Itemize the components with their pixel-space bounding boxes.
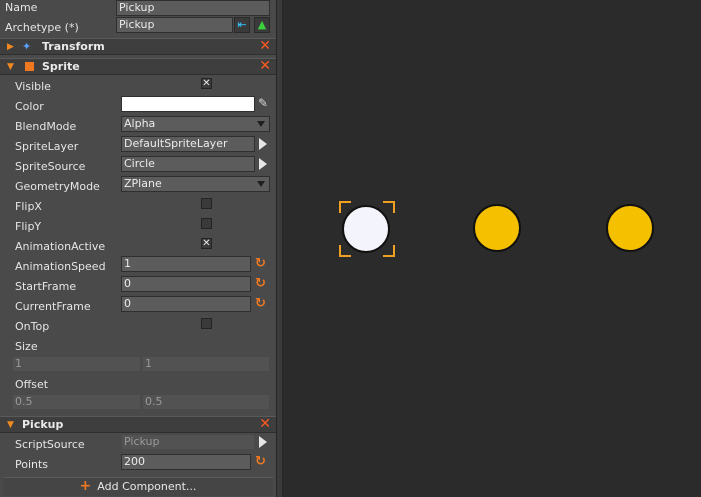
flipx-label: FlipX: [15, 200, 42, 213]
plus-icon: +: [79, 478, 92, 494]
name-label: Name: [5, 1, 38, 14]
offset-label: Offset: [15, 378, 49, 391]
size-x-field: 1: [12, 356, 141, 372]
offset-x-field: 0.5: [12, 394, 141, 410]
geometrymode-label: GeometryMode: [15, 180, 100, 193]
spritesource-label: SpriteSource: [15, 160, 86, 173]
scriptsource-label: ScriptSource: [15, 438, 85, 451]
points-field[interactable]: 200: [121, 454, 251, 470]
scriptsource-field: Pickup: [121, 434, 255, 450]
archetype-upload-icon[interactable]: ▲: [254, 17, 270, 33]
collapse-arrow-icon[interactable]: ▼: [7, 420, 14, 430]
remove-pickup-icon[interactable]: ✕: [259, 416, 271, 432]
pickup-title: Pickup: [22, 418, 64, 431]
pickup-header[interactable]: ▼ Pickup ✕: [0, 416, 276, 433]
animationspeed-field[interactable]: 1: [121, 256, 251, 272]
selected-pickup-sprite[interactable]: [342, 205, 390, 253]
visible-label: Visible: [15, 80, 51, 93]
spritelayer-open-icon[interactable]: [259, 138, 267, 150]
blendmode-label: BlendMode: [15, 120, 77, 133]
remove-sprite-icon[interactable]: ✕: [259, 58, 271, 74]
spritesource-open-icon[interactable]: [259, 158, 267, 170]
points-label: Points: [15, 458, 49, 471]
flipy-checkbox[interactable]: [201, 218, 212, 229]
startframe-reset-icon[interactable]: ↻: [255, 277, 266, 291]
remove-transform-icon[interactable]: ✕: [259, 38, 271, 54]
archetype-field[interactable]: Pickup: [116, 17, 233, 33]
expand-arrow-icon[interactable]: ▶: [7, 42, 14, 52]
selection-corner: [383, 245, 395, 257]
sprite-header[interactable]: ▼ Sprite ✕: [0, 58, 276, 75]
scene-viewport[interactable]: [283, 0, 701, 497]
spritelayer-label: SpriteLayer: [15, 140, 79, 153]
geometrymode-select[interactable]: ZPlane: [121, 176, 270, 192]
archetype-label: Archetype (*): [5, 21, 79, 34]
transform-header[interactable]: ▶ ✦ Transform ✕: [0, 38, 276, 55]
inspector-panel: Name Pickup Archetype (*) Pickup ⇤ ▲ ▶ ✦…: [0, 0, 276, 497]
startframe-label: StartFrame: [15, 280, 77, 293]
scriptsource-open-icon[interactable]: [259, 436, 267, 448]
currentframe-label: CurrentFrame: [15, 300, 91, 313]
archetype-revert-icon[interactable]: ⇤: [234, 17, 250, 33]
panel-splitter[interactable]: [276, 0, 283, 497]
visible-checkbox[interactable]: ✕: [201, 78, 212, 89]
color-swatch[interactable]: [121, 96, 255, 112]
pickup-sprite[interactable]: [606, 204, 654, 252]
animationspeed-reset-icon[interactable]: ↻: [255, 257, 266, 271]
currentframe-field[interactable]: 0: [121, 296, 251, 312]
spritelayer-field[interactable]: DefaultSpriteLayer: [121, 136, 255, 152]
flipx-checkbox[interactable]: [201, 198, 212, 209]
points-reset-icon[interactable]: ↻: [255, 455, 266, 469]
color-label: Color: [15, 100, 44, 113]
animationactive-label: AnimationActive: [15, 240, 106, 253]
offset-y-field: 0.5: [142, 394, 270, 410]
animationspeed-label: AnimationSpeed: [15, 260, 106, 273]
name-field[interactable]: Pickup: [116, 0, 270, 16]
startframe-field[interactable]: 0: [121, 276, 251, 292]
add-component-button[interactable]: + Add Component...: [3, 477, 273, 496]
selection-corner: [383, 201, 395, 213]
transform-title: Transform: [42, 40, 105, 53]
ontop-checkbox[interactable]: [201, 318, 212, 329]
collapse-arrow-icon[interactable]: ▼: [7, 62, 14, 72]
ontop-label: OnTop: [15, 320, 50, 333]
transform-gizmo-icon: ✦: [22, 40, 32, 53]
spritesource-field[interactable]: Circle: [121, 156, 255, 172]
sprite-title: Sprite: [42, 60, 80, 73]
pickup-sprite[interactable]: [473, 204, 521, 252]
animationactive-checkbox[interactable]: ✕: [201, 238, 212, 249]
sprite-component-icon: [25, 62, 34, 71]
size-label: Size: [15, 340, 38, 353]
size-y-field: 1: [142, 356, 270, 372]
currentframe-reset-icon[interactable]: ↻: [255, 297, 266, 311]
add-component-label: Add Component...: [97, 480, 197, 493]
flipy-label: FlipY: [15, 220, 42, 233]
blendmode-select[interactable]: Alpha: [121, 116, 270, 132]
eyedropper-icon[interactable]: ✎: [258, 96, 268, 110]
